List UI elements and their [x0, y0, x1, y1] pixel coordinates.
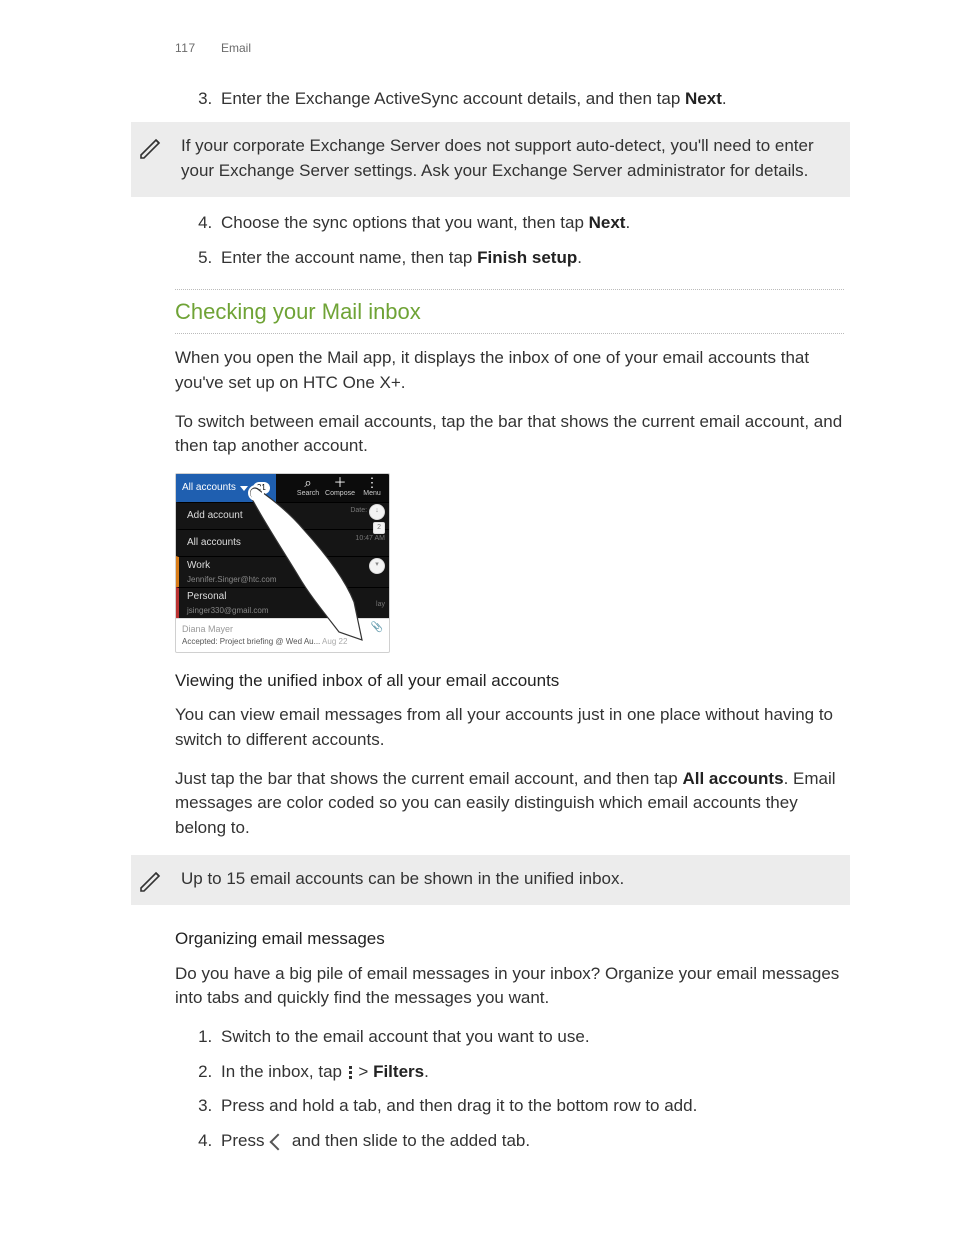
section-title-checking-inbox: Checking your Mail inbox — [175, 289, 844, 335]
para: When you open the Mail app, it displays … — [175, 346, 844, 395]
phone-toolbar: All accounts 31 ⌕Search ＋Compose ⋮Menu — [176, 474, 389, 502]
manual-page: 117 Email Enter the Exchange ActiveSync … — [0, 0, 954, 1235]
attachment-icon: 📎 — [371, 621, 383, 636]
back-chevron-icon — [270, 1133, 287, 1150]
count-badge: 31 — [253, 482, 270, 494]
chevron-down-icon — [240, 486, 248, 491]
compose-icon: ＋Compose — [325, 476, 355, 499]
step-4: Choose the sync options that you want, t… — [217, 211, 844, 236]
subheading-organizing: Organizing email messages — [175, 927, 844, 952]
organize-step-1: Switch to the email account that you wan… — [217, 1025, 844, 1050]
note-account-limit: Up to 15 email accounts can be shown in … — [131, 855, 850, 906]
setup-steps-part2: Choose the sync options that you want, t… — [175, 211, 844, 270]
note-autodetect: If your corporate Exchange Server does n… — [131, 122, 850, 197]
step-5: Enter the account name, then tap Finish … — [217, 246, 844, 271]
phone-screenshot: All accounts 31 ⌕Search ＋Compose ⋮Menu D… — [175, 473, 844, 653]
account-selector: All accounts 31 — [176, 474, 276, 502]
organize-steps: Switch to the email account that you wan… — [175, 1025, 844, 1154]
pencil-icon — [131, 855, 173, 903]
organize-step-2: In the inbox, tap > Filters. — [217, 1060, 844, 1085]
email-row: 📎 Diana Mayer Accepted: Project briefing… — [176, 618, 389, 652]
toolbar-icons: ⌕Search ＋Compose ⋮Menu — [276, 476, 389, 499]
page-header: 117 Email — [175, 40, 844, 57]
menu-icon: ⋮Menu — [357, 476, 387, 499]
page-number: 117 — [175, 41, 196, 55]
sort-icon: ↓ — [369, 504, 385, 520]
section-name: Email — [221, 41, 251, 55]
page-content: Enter the Exchange ActiveSync account de… — [175, 87, 844, 1153]
organize-step-4: Press and then slide to the added tab. — [217, 1129, 844, 1154]
note-text: Up to 15 email accounts can be shown in … — [173, 855, 636, 906]
expand-icon: ▾ — [369, 558, 385, 574]
para: Do you have a big pile of email messages… — [175, 962, 844, 1011]
search-icon: ⌕Search — [293, 476, 323, 499]
organize-step-3: Press and hold a tab, and then drag it t… — [217, 1094, 844, 1119]
pencil-icon — [131, 122, 173, 170]
kebab-icon — [349, 1066, 352, 1079]
step-3: Enter the Exchange ActiveSync account de… — [217, 87, 844, 112]
note-text: If your corporate Exchange Server does n… — [173, 122, 850, 197]
subheading-unified-inbox: Viewing the unified inbox of all your em… — [175, 669, 844, 694]
para: Just tap the bar that shows the current … — [175, 767, 844, 841]
setup-steps-part1: Enter the Exchange ActiveSync account de… — [175, 87, 844, 112]
inbox-meta: Date: ↓ 2 10:47 AM ▾ lay — [349, 504, 385, 610]
phone-frame: All accounts 31 ⌕Search ＋Compose ⋮Menu D… — [175, 473, 390, 653]
para: You can view email messages from all you… — [175, 703, 844, 752]
para: To switch between email accounts, tap th… — [175, 410, 844, 459]
